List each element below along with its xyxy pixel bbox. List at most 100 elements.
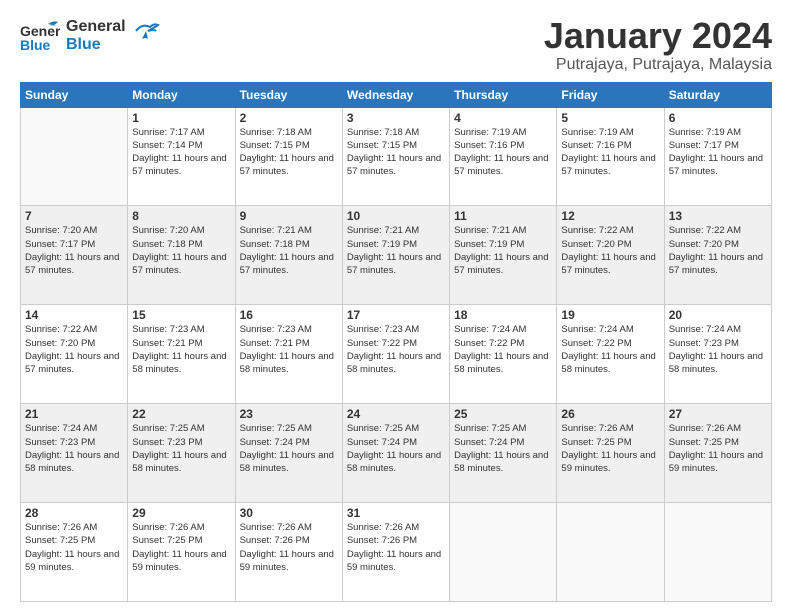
daylight-text-1: Daylight: 11 hours and (454, 152, 552, 165)
daylight-text-2: 57 minutes. (454, 165, 552, 178)
sunset-text: Sunset: 7:22 PM (561, 337, 659, 350)
logo-blue: Blue (66, 36, 126, 54)
day-number: 27 (669, 407, 767, 421)
day-info: Sunrise: 7:21 AMSunset: 7:19 PMDaylight:… (347, 224, 445, 277)
table-row: 20Sunrise: 7:24 AMSunset: 7:23 PMDayligh… (664, 305, 771, 404)
daylight-text-1: Daylight: 11 hours and (669, 449, 767, 462)
day-number: 9 (240, 209, 338, 223)
sunrise-text: Sunrise: 7:18 AM (240, 126, 338, 139)
daylight-text-2: 58 minutes. (454, 363, 552, 376)
day-number: 7 (25, 209, 123, 223)
day-info: Sunrise: 7:19 AMSunset: 7:16 PMDaylight:… (454, 126, 552, 179)
daylight-text-1: Daylight: 11 hours and (561, 449, 659, 462)
table-row: 30Sunrise: 7:26 AMSunset: 7:26 PMDayligh… (235, 503, 342, 602)
day-info: Sunrise: 7:21 AMSunset: 7:18 PMDaylight:… (240, 224, 338, 277)
sunrise-text: Sunrise: 7:26 AM (669, 422, 767, 435)
day-number: 22 (132, 407, 230, 421)
day-number: 3 (347, 111, 445, 125)
sunset-text: Sunset: 7:14 PM (132, 139, 230, 152)
calendar-week-row: 1Sunrise: 7:17 AMSunset: 7:14 PMDaylight… (21, 107, 772, 206)
sunset-text: Sunset: 7:17 PM (669, 139, 767, 152)
col-monday: Monday (128, 82, 235, 107)
table-row: 9Sunrise: 7:21 AMSunset: 7:18 PMDaylight… (235, 206, 342, 305)
table-row: 28Sunrise: 7:26 AMSunset: 7:25 PMDayligh… (21, 503, 128, 602)
sunset-text: Sunset: 7:25 PM (132, 534, 230, 547)
daylight-text-1: Daylight: 11 hours and (561, 251, 659, 264)
daylight-text-1: Daylight: 11 hours and (347, 251, 445, 264)
day-info: Sunrise: 7:24 AMSunset: 7:23 PMDaylight:… (25, 422, 123, 475)
table-row (450, 503, 557, 602)
day-info: Sunrise: 7:26 AMSunset: 7:25 PMDaylight:… (132, 521, 230, 574)
sunrise-text: Sunrise: 7:26 AM (561, 422, 659, 435)
daylight-text-2: 59 minutes. (561, 462, 659, 475)
sunset-text: Sunset: 7:15 PM (240, 139, 338, 152)
sunset-text: Sunset: 7:20 PM (561, 238, 659, 251)
table-row: 12Sunrise: 7:22 AMSunset: 7:20 PMDayligh… (557, 206, 664, 305)
logo: General Blue General Blue (20, 16, 160, 56)
calendar-week-row: 28Sunrise: 7:26 AMSunset: 7:25 PMDayligh… (21, 503, 772, 602)
sunset-text: Sunset: 7:16 PM (561, 139, 659, 152)
table-row: 23Sunrise: 7:25 AMSunset: 7:24 PMDayligh… (235, 404, 342, 503)
calendar-week-row: 14Sunrise: 7:22 AMSunset: 7:20 PMDayligh… (21, 305, 772, 404)
sunset-text: Sunset: 7:24 PM (240, 436, 338, 449)
daylight-text-2: 58 minutes. (132, 462, 230, 475)
table-row: 24Sunrise: 7:25 AMSunset: 7:24 PMDayligh… (342, 404, 449, 503)
day-number: 1 (132, 111, 230, 125)
day-info: Sunrise: 7:18 AMSunset: 7:15 PMDaylight:… (347, 126, 445, 179)
calendar-header-row: Sunday Monday Tuesday Wednesday Thursday… (21, 82, 772, 107)
sunrise-text: Sunrise: 7:19 AM (454, 126, 552, 139)
sunrise-text: Sunrise: 7:24 AM (25, 422, 123, 435)
day-number: 26 (561, 407, 659, 421)
table-row: 8Sunrise: 7:20 AMSunset: 7:18 PMDaylight… (128, 206, 235, 305)
table-row: 27Sunrise: 7:26 AMSunset: 7:25 PMDayligh… (664, 404, 771, 503)
day-number: 17 (347, 308, 445, 322)
sunrise-text: Sunrise: 7:19 AM (561, 126, 659, 139)
daylight-text-1: Daylight: 11 hours and (240, 548, 338, 561)
day-info: Sunrise: 7:25 AMSunset: 7:24 PMDaylight:… (347, 422, 445, 475)
col-tuesday: Tuesday (235, 82, 342, 107)
table-row: 31Sunrise: 7:26 AMSunset: 7:26 PMDayligh… (342, 503, 449, 602)
header: General Blue General Blue January 2024 (20, 16, 772, 74)
day-number: 19 (561, 308, 659, 322)
day-number: 21 (25, 407, 123, 421)
daylight-text-2: 57 minutes. (347, 165, 445, 178)
sunrise-text: Sunrise: 7:22 AM (669, 224, 767, 237)
table-row: 1Sunrise: 7:17 AMSunset: 7:14 PMDaylight… (128, 107, 235, 206)
sunset-text: Sunset: 7:19 PM (454, 238, 552, 251)
day-info: Sunrise: 7:21 AMSunset: 7:19 PMDaylight:… (454, 224, 552, 277)
daylight-text-1: Daylight: 11 hours and (669, 251, 767, 264)
daylight-text-1: Daylight: 11 hours and (25, 449, 123, 462)
day-number: 18 (454, 308, 552, 322)
day-info: Sunrise: 7:26 AMSunset: 7:26 PMDaylight:… (240, 521, 338, 574)
daylight-text-2: 58 minutes. (669, 363, 767, 376)
table-row: 10Sunrise: 7:21 AMSunset: 7:19 PMDayligh… (342, 206, 449, 305)
day-info: Sunrise: 7:25 AMSunset: 7:24 PMDaylight:… (240, 422, 338, 475)
sunset-text: Sunset: 7:24 PM (347, 436, 445, 449)
day-number: 11 (454, 209, 552, 223)
day-number: 10 (347, 209, 445, 223)
sunrise-text: Sunrise: 7:21 AM (454, 224, 552, 237)
daylight-text-2: 59 minutes. (132, 561, 230, 574)
sunrise-text: Sunrise: 7:25 AM (347, 422, 445, 435)
day-number: 23 (240, 407, 338, 421)
logo-bird-icon (132, 17, 160, 45)
day-number: 8 (132, 209, 230, 223)
sunrise-text: Sunrise: 7:25 AM (132, 422, 230, 435)
sunrise-text: Sunrise: 7:23 AM (347, 323, 445, 336)
sunset-text: Sunset: 7:21 PM (132, 337, 230, 350)
daylight-text-1: Daylight: 11 hours and (240, 152, 338, 165)
daylight-text-2: 57 minutes. (561, 264, 659, 277)
day-info: Sunrise: 7:24 AMSunset: 7:22 PMDaylight:… (561, 323, 659, 376)
daylight-text-2: 58 minutes. (132, 363, 230, 376)
sunrise-text: Sunrise: 7:21 AM (240, 224, 338, 237)
day-number: 13 (669, 209, 767, 223)
table-row: 16Sunrise: 7:23 AMSunset: 7:21 PMDayligh… (235, 305, 342, 404)
daylight-text-1: Daylight: 11 hours and (454, 449, 552, 462)
sunrise-text: Sunrise: 7:25 AM (454, 422, 552, 435)
day-info: Sunrise: 7:26 AMSunset: 7:25 PMDaylight:… (25, 521, 123, 574)
table-row: 26Sunrise: 7:26 AMSunset: 7:25 PMDayligh… (557, 404, 664, 503)
daylight-text-1: Daylight: 11 hours and (561, 350, 659, 363)
sunrise-text: Sunrise: 7:25 AM (240, 422, 338, 435)
day-number: 6 (669, 111, 767, 125)
sunrise-text: Sunrise: 7:24 AM (669, 323, 767, 336)
